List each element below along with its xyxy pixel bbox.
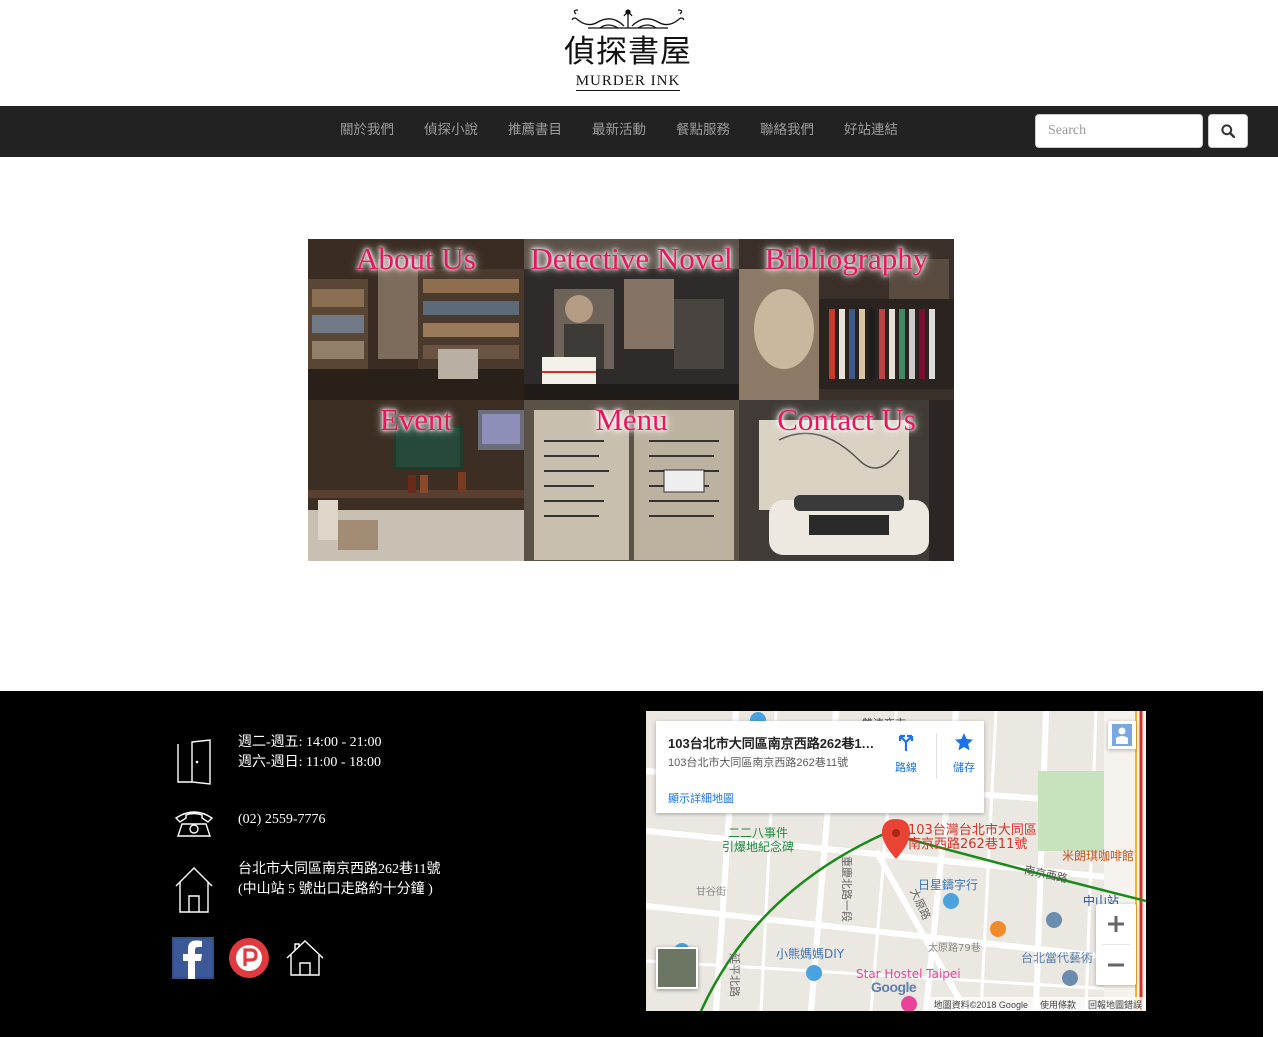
zoom-out-button[interactable]: [1096, 945, 1136, 985]
telephone-icon: [174, 811, 214, 837]
view-larger-map-link[interactable]: 顯示詳細地圖: [668, 790, 734, 806]
directions-label: 路線: [895, 762, 917, 774]
hours-weekday: 週二-週五: 14:00 - 21:00: [238, 735, 382, 750]
marker-label-line2: 南京西路262巷11號: [908, 837, 1028, 852]
nav-item-about[interactable]: 關於我們: [325, 106, 409, 157]
social-links: [172, 937, 340, 979]
plus-icon: [1108, 916, 1124, 932]
main-navbar: 關於我們 偵探小說 推薦書目 最新活動 餐點服務 聯絡我們 好站連結: [0, 106, 1278, 157]
address-line: 台北市大同區南京西路262巷11號: [238, 862, 441, 877]
tile-label-menu: Menu: [595, 402, 668, 437]
poi-cafe: 米朗琪咖啡館: [1062, 849, 1135, 863]
satellite-toggle[interactable]: [656, 947, 698, 989]
poi-diy: 小熊媽媽DIY: [776, 947, 845, 961]
section-tiles: About Us Detective Novel Bibliography Ev…: [308, 239, 954, 561]
hours-row: 週二-週五: 14:00 - 21:00 週六-週日: 11:00 - 18:0…: [172, 735, 382, 788]
poi-typefoundry: 日星鑄字行: [918, 878, 979, 892]
search-input[interactable]: [1035, 114, 1203, 148]
poi-moca: 台北當代藝術: [1021, 951, 1094, 965]
save-place-button[interactable]: 儲存: [940, 731, 988, 775]
tile-menu[interactable]: Menu: [524, 400, 739, 561]
logo-chinese-name: 偵探書屋: [564, 34, 692, 70]
terms-link[interactable]: 使用條款: [1040, 998, 1076, 1011]
pegman-icon: [1112, 724, 1132, 746]
nav-menu: 關於我們 偵探小說 推薦書目 最新活動 餐點服務 聯絡我們 好站連結: [325, 106, 913, 157]
site-header: 偵探書屋 MURDER INK: [0, 0, 1278, 106]
tile-label-about: About Us: [356, 241, 476, 276]
road-chongqing: 重慶北路一段: [840, 856, 853, 922]
map-place-address: 103台北市大同區南京西路262巷11號: [668, 757, 849, 769]
map-data-credit: 地圖資料©2018 Google: [933, 999, 1028, 1010]
tile-contact-us[interactable]: Contact Us: [739, 400, 954, 561]
minus-icon: [1108, 963, 1124, 967]
tile-label-contact: Contact Us: [777, 402, 916, 437]
hours-weekend: 週六-週日: 11:00 - 18:00: [238, 755, 381, 770]
poi-228-line2: 引爆地紀念碑: [722, 840, 795, 854]
tile-event[interactable]: Event: [308, 400, 524, 561]
directions-button[interactable]: 路線: [882, 731, 930, 775]
address-row: 台北市大同區南京西路262巷11號 (中山站 5 號出口走路約十分鐘 ): [172, 862, 440, 914]
map-place-title: 103台北市大同區南京西路262巷11號: [668, 736, 878, 751]
google-logo-text: Google: [871, 979, 917, 995]
tile-label-detective: Detective Novel: [530, 241, 733, 276]
star-icon: [955, 733, 973, 751]
address-directions: (中山站 5 號出口走路約十分鐘 ): [238, 882, 433, 897]
nav-item-bibliography[interactable]: 推薦書目: [493, 106, 577, 157]
search-icon: [1221, 124, 1235, 138]
ornament-icon: [571, 9, 685, 29]
google-map[interactable]: 103台灣台北市大同區 南京西路262巷11號 二二八事件 引爆地紀念碑 日星鑄…: [646, 711, 1146, 1011]
site-logo[interactable]: 偵探書屋 MURDER INK: [561, 8, 695, 100]
search-button[interactable]: [1208, 114, 1248, 148]
street-view-pegman[interactable]: [1108, 721, 1136, 749]
poi-228-line1: 二二八事件: [728, 826, 789, 840]
road-taiyuan-79: 太原路79巷: [928, 943, 981, 954]
facebook-icon[interactable]: [172, 937, 214, 979]
road-yanping: 延平北路: [728, 953, 741, 997]
tile-label-bibliography: Bibliography: [764, 241, 929, 276]
map-info-card: 103台北市大同區南京西路262巷11號 103台北市大同區南京西路262巷11…: [656, 721, 984, 813]
marker-label-line1: 103台灣台北市大同區: [908, 823, 1037, 838]
directions-icon: [898, 734, 914, 751]
logo-english-name: MURDER INK: [575, 73, 681, 91]
nav-item-events[interactable]: 最新活動: [577, 106, 661, 157]
phone-number[interactable]: (02) 2559-7776: [238, 810, 326, 830]
road-gangu: 甘谷街: [696, 887, 726, 898]
report-error-link[interactable]: 回報地圖錯誤: [1088, 998, 1142, 1011]
save-label: 儲存: [953, 762, 975, 774]
tile-label-event: Event: [379, 402, 453, 437]
nav-item-menu[interactable]: 餐點服務: [661, 106, 745, 157]
nav-item-contact[interactable]: 聯絡我們: [745, 106, 829, 157]
pixnet-icon[interactable]: [228, 937, 270, 979]
phone-row: (02) 2559-7776: [172, 808, 326, 838]
map-card-divider: [936, 733, 937, 779]
zoom-in-button[interactable]: [1096, 904, 1136, 944]
zoom-controls: [1096, 904, 1136, 985]
tile-detective-novel[interactable]: Detective Novel: [524, 239, 739, 400]
door-icon: [177, 739, 211, 785]
nav-item-novels[interactable]: 偵探小說: [409, 106, 493, 157]
google-logo: Google: [871, 979, 917, 995]
house-icon: [175, 867, 213, 913]
tile-about-us[interactable]: About Us: [308, 239, 524, 400]
tile-bibliography[interactable]: Bibliography: [739, 239, 954, 400]
map-attribution: 地圖資料©2018 Google 使用條款 回報地圖錯誤: [929, 997, 1146, 1011]
nav-item-links[interactable]: 好站連結: [829, 106, 913, 157]
home-icon[interactable]: [284, 937, 326, 979]
